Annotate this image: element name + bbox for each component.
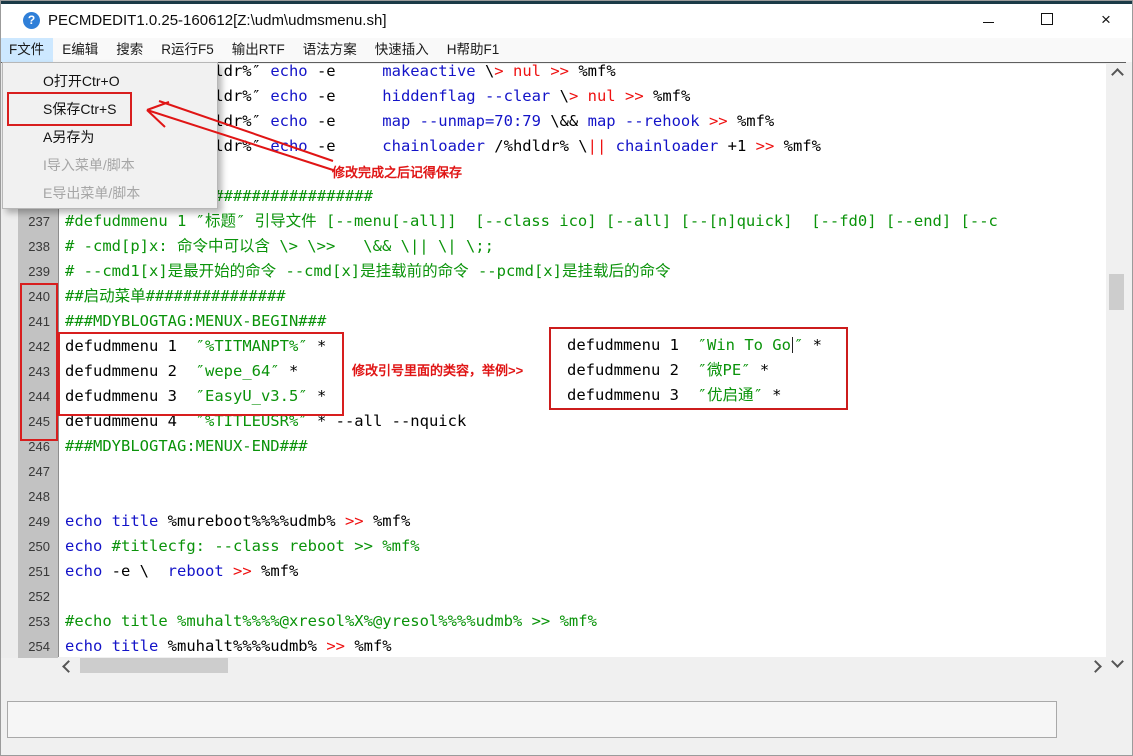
code-line[interactable]: echo title %muhalt%%%%udmb% >> %mf% [59,634,1106,657]
text-cursor [792,337,793,353]
annotation-save-note: 修改完成之后记得保存 [332,162,462,181]
file-menu-item-3[interactable]: A另存为 [3,123,217,151]
line-number: 243 [18,359,58,384]
vertical-scrollbar[interactable] [1108,63,1125,673]
line-number: 250 [18,534,58,559]
example-code-line: defudmmenu 1 ″Win To Go″ * [561,333,846,358]
close-button[interactable]: × [1083,4,1129,38]
code-line[interactable]: # -cmd[p]x: 命令中可以含 \> \>> \&& \|| \| \;; [59,234,1106,259]
line-number: 254 [18,634,58,657]
line-number: 240 [18,284,58,309]
scroll-left-icon[interactable] [62,660,75,673]
line-number: 237 [18,209,58,234]
file-dropdown-menu: O打开Ctr+OS保存Ctr+SA另存为I导入菜单/脚本E导出菜单/脚本 [2,62,218,209]
code-line[interactable] [59,584,1106,609]
annotation-edit-note: 修改引号里面的类容，举例>> [352,360,523,379]
scroll-down-icon[interactable] [1111,655,1124,668]
code-line[interactable]: ##启动菜单############### [59,284,1106,309]
code-line[interactable]: #defudmmenu 1 ″标题″ 引导文件 [--menu[-all]] [… [59,209,1106,234]
example-code-line: defudmmenu 2 ″微PE″ * [561,358,846,383]
line-number: 253 [18,609,58,634]
file-menu-item-1[interactable]: O打开Ctr+O [3,67,217,95]
menubar-item-5[interactable]: 输出RTF [223,38,294,62]
line-number: 248 [18,484,58,509]
menubar-item-6[interactable]: 语法方案 [294,38,366,62]
file-menu-item-2[interactable]: S保存Ctr+S [3,95,217,123]
title-bar: ? PECMDEDIT1.0.25-160612[Z:\udm\udmsmenu… [0,4,1133,38]
vertical-scrollbar-thumb[interactable] [1109,274,1124,310]
line-number: 244 [18,384,58,409]
horizontal-scrollbar-thumb[interactable] [80,658,228,673]
file-menu-item-5[interactable]: E导出菜单/脚本 [3,179,217,207]
menubar-item-2[interactable]: E编辑 [53,38,107,62]
code-line[interactable]: ###MDYBLOGTAG:MENUX-END### [59,434,1106,459]
line-number: 247 [18,459,58,484]
line-number: 245 [18,409,58,434]
line-number: 239 [18,259,58,284]
menubar-item-1[interactable]: F文件 [0,38,53,62]
line-number: 249 [18,509,58,534]
code-line[interactable] [59,459,1106,484]
window-title: PECMDEDIT1.0.25-160612[Z:\udm\udmsmenu.s… [48,12,386,29]
horizontal-scrollbar[interactable] [58,657,1106,674]
code-line[interactable]: echo title %mureboot%%%%udmb% >> %mf% [59,509,1106,534]
line-number: 252 [18,584,58,609]
menu-bar: F文件E编辑搜索R运行F5输出RTF语法方案快速插入H帮助F1 [0,38,1133,62]
line-number: 251 [18,559,58,584]
line-number: 242 [18,334,58,359]
code-line[interactable] [59,484,1106,509]
menubar-item-3[interactable]: 搜索 [107,38,152,62]
menubar-item-8[interactable]: H帮助F1 [438,38,509,62]
line-number: 241 [18,309,58,334]
close-icon: × [1101,10,1111,29]
menubar-item-7[interactable]: 快速插入 [366,38,438,62]
file-menu-item-4[interactable]: I导入菜单/脚本 [3,151,217,179]
example-code-line: defudmmenu 3 ″优启通″ * [561,383,846,408]
scroll-up-icon[interactable] [1111,68,1124,81]
scroll-right-icon[interactable] [1089,660,1102,673]
status-bar [7,701,1057,738]
code-line[interactable]: echo -e \ reboot >> %mf% [59,559,1106,584]
app-help-icon: ? [23,12,40,29]
maximize-button[interactable] [1024,4,1070,38]
pecmdedit-window: { "window": { "title": "PECMDEDIT1.0.25-… [0,0,1133,756]
line-number: 238 [18,234,58,259]
line-number: 246 [18,434,58,459]
menubar-item-4[interactable]: R运行F5 [152,38,223,62]
code-line[interactable]: echo #titlecfg: --class reboot >> %mf% [59,534,1106,559]
example-code-box: defudmmenu 1 ″Win To Go″ *defudmmenu 2 ″… [549,327,848,410]
code-line[interactable]: #echo title %muhalt%%%%@xresol%X%@yresol… [59,609,1106,634]
minimize-icon [983,22,994,23]
maximize-icon [1041,13,1053,25]
example-rows: defudmmenu 1 ″Win To Go″ *defudmmenu 2 ″… [561,333,846,408]
minimize-button[interactable] [965,4,1011,38]
code-line[interactable]: # --cmd1[x]是最开始的命令 --cmd[x]是挂载前的命令 --pcm… [59,259,1106,284]
code-line[interactable]: defudmmenu 4 ″%TITLEUSR%″ * --all --nqui… [59,409,1106,434]
